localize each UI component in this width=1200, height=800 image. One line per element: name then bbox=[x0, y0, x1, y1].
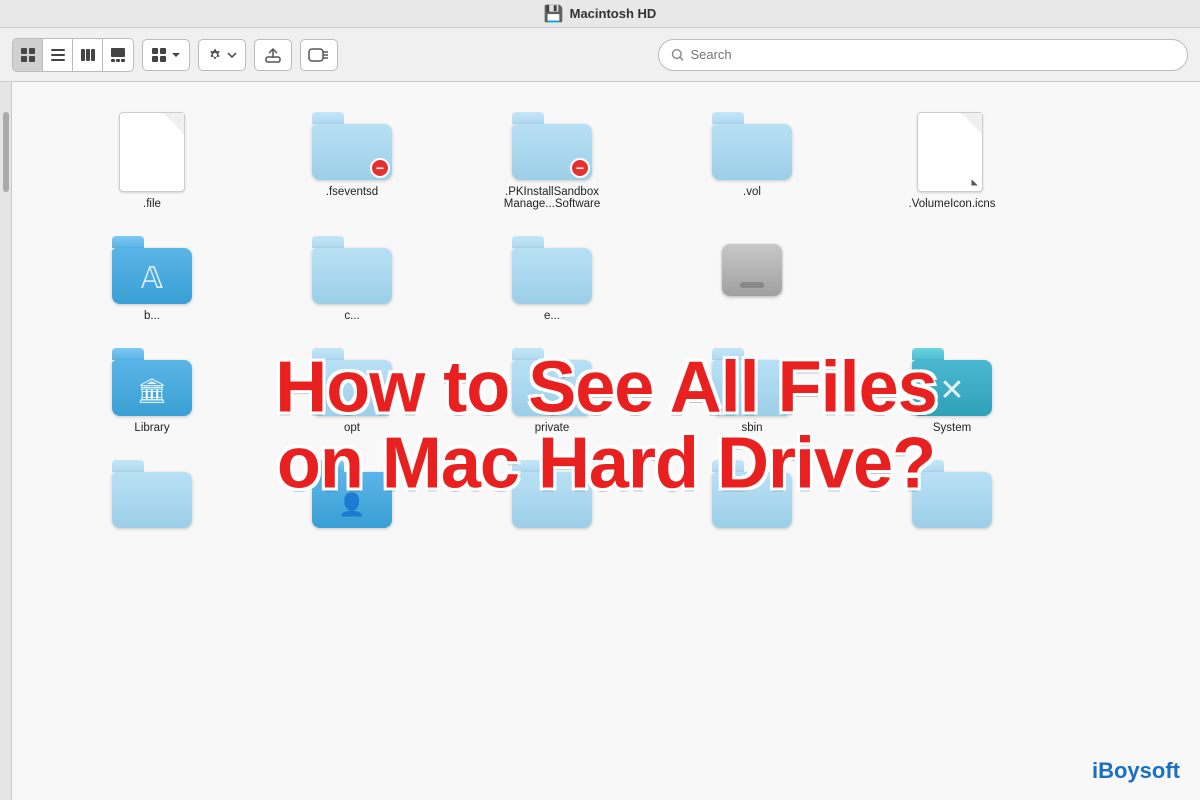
folder-icon bbox=[112, 460, 192, 528]
file-icon bbox=[119, 112, 185, 192]
list-item[interactable] bbox=[52, 450, 252, 542]
list-item[interactable]: .file bbox=[52, 102, 252, 218]
file-name: c... bbox=[344, 310, 359, 322]
scrollbar[interactable] bbox=[0, 82, 12, 800]
scrollbar-thumb[interactable] bbox=[3, 112, 9, 192]
title-bar: 💾 Macintosh HD bbox=[0, 0, 1200, 28]
group-by-btn[interactable] bbox=[142, 39, 190, 71]
folder-icon: 𝔸 bbox=[112, 236, 192, 304]
file-name: Library bbox=[134, 422, 169, 434]
file-name: e... bbox=[544, 310, 560, 322]
list-item[interactable]: − .fseventsd bbox=[252, 102, 452, 218]
list-item[interactable]: 𝔸 b... bbox=[52, 226, 252, 330]
volume-icon bbox=[712, 236, 792, 304]
folder-icon: 👤 bbox=[312, 460, 392, 528]
file-name: .vol bbox=[743, 186, 761, 198]
folder-icon bbox=[912, 460, 992, 528]
list-item[interactable]: 👤 bbox=[252, 450, 452, 542]
list-item[interactable]: − .PKInstallSandboxManage...Software bbox=[452, 102, 652, 218]
folder-icon bbox=[712, 460, 792, 528]
brand-name: Boysoft bbox=[1098, 758, 1180, 783]
folder-icon bbox=[712, 348, 792, 416]
icon-view-btn[interactable] bbox=[13, 39, 43, 71]
file-name: .VolumeIcon.icns bbox=[909, 198, 996, 210]
file-name: .PKInstallSandboxManage...Software bbox=[504, 186, 601, 210]
search-input[interactable] bbox=[690, 47, 1175, 62]
action-settings-btn[interactable] bbox=[198, 39, 246, 71]
folder-icon bbox=[312, 348, 392, 416]
folder-inner-icon: 𝔸 bbox=[141, 261, 163, 296]
list-item[interactable] bbox=[852, 450, 1052, 542]
file-row-3: 🏛 Library opt private bbox=[52, 338, 1160, 442]
folder-icon bbox=[712, 112, 792, 180]
list-item[interactable]: opt bbox=[252, 338, 452, 442]
file-name: sbin bbox=[741, 422, 762, 434]
alias-arrow bbox=[967, 172, 983, 188]
file-name: .fseventsd bbox=[326, 186, 378, 198]
file-name: .file bbox=[143, 198, 161, 210]
file-name: opt bbox=[344, 422, 360, 434]
folder-icon bbox=[512, 236, 592, 304]
folder-icon: − bbox=[512, 112, 592, 180]
search-icon bbox=[671, 48, 684, 62]
list-item[interactable]: private bbox=[452, 338, 652, 442]
list-item[interactable]: .vol bbox=[652, 102, 852, 218]
list-item[interactable]: ✕ System bbox=[852, 338, 1052, 442]
gallery-view-btn[interactable] bbox=[103, 39, 133, 71]
list-item[interactable]: e... bbox=[452, 226, 652, 330]
folder-inner-icon: ✕ bbox=[939, 373, 964, 408]
main-area: .file − .fseventsd − bbox=[0, 82, 1200, 800]
tag-btn[interactable] bbox=[300, 39, 338, 71]
file-grid: .file − .fseventsd − bbox=[12, 82, 1200, 800]
folder-inner-icon: 🏛 bbox=[137, 377, 167, 406]
folder-icon bbox=[312, 236, 392, 304]
folder-inner-icon: 👤 bbox=[338, 492, 365, 518]
window-title: Macintosh HD bbox=[570, 6, 657, 21]
folder-icon: ✕ bbox=[912, 348, 992, 416]
list-item[interactable]: .VolumeIcon.icns bbox=[852, 102, 1052, 218]
folder-icon: 🏛 bbox=[112, 348, 192, 416]
column-view-btn[interactable] bbox=[73, 39, 103, 71]
brand-logo: iBoysoft bbox=[1092, 758, 1180, 784]
folder-icon bbox=[512, 460, 592, 528]
view-switcher bbox=[12, 38, 134, 72]
list-item[interactable]: 🏛 Library bbox=[52, 338, 252, 442]
file-row-1: .file − .fseventsd − bbox=[52, 102, 1160, 218]
list-item[interactable] bbox=[652, 226, 852, 330]
file-name: private bbox=[535, 422, 570, 434]
restricted-badge: − bbox=[570, 158, 590, 178]
list-view-btn[interactable] bbox=[43, 39, 73, 71]
folder-icon: − bbox=[312, 112, 392, 180]
file-row-4: 👤 bbox=[52, 450, 1160, 542]
file-name: b... bbox=[144, 310, 160, 322]
restricted-badge: − bbox=[370, 158, 390, 178]
list-item[interactable] bbox=[452, 450, 652, 542]
hd-drive-icon: 💾 bbox=[544, 4, 564, 24]
folder-icon bbox=[512, 348, 592, 416]
search-bar[interactable] bbox=[658, 39, 1188, 71]
toolbar bbox=[0, 28, 1200, 82]
list-item[interactable]: sbin bbox=[652, 338, 852, 442]
file-name: System bbox=[933, 422, 971, 434]
file-row-2: 𝔸 b... c... e... bbox=[52, 226, 1160, 330]
share-btn[interactable] bbox=[254, 39, 292, 71]
list-item[interactable] bbox=[652, 450, 852, 542]
list-item[interactable]: c... bbox=[252, 226, 452, 330]
